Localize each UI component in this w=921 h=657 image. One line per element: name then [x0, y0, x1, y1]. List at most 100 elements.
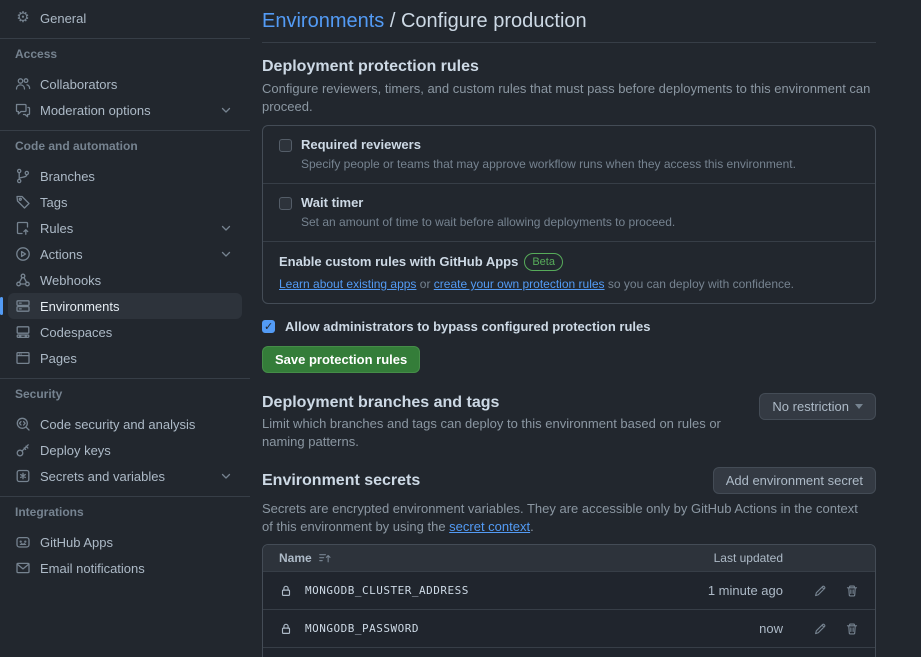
protection-rules-description: Configure reviewers, timers, and custom … — [262, 80, 876, 116]
chevron-down-icon — [218, 220, 234, 236]
branch-restriction-dropdown[interactable]: No restriction — [759, 393, 876, 420]
sidebar-item-moderation-options[interactable]: Moderation options — [8, 97, 242, 123]
custom-rules-row: Enable custom rules with GitHub AppsBeta… — [263, 241, 875, 303]
sidebar-item-label: Code security and analysis — [40, 417, 195, 432]
existing-apps-link[interactable]: Learn about existing apps — [279, 277, 416, 291]
sidebar-item-branches[interactable]: Branches — [8, 163, 242, 189]
secrets-description-period: . — [530, 519, 534, 534]
chevron-down-icon — [218, 468, 234, 484]
breadcrumb-separator: / — [384, 10, 401, 32]
sidebar-item-collaborators[interactable]: Collaborators — [8, 71, 242, 97]
sidebar-item-environments[interactable]: Environments — [8, 293, 242, 319]
hubot-icon — [15, 534, 31, 550]
bypass-label: Allow administrators to bypass configure… — [285, 319, 651, 334]
branches-description: Limit which branches and tags can deploy… — [262, 415, 748, 451]
rule-description: Set an amount of time to wait before all… — [301, 215, 859, 230]
rule-description: Specify people or teams that may approve… — [301, 157, 859, 172]
webhook-icon — [15, 272, 31, 288]
secret-updated: 1 minute ago — [663, 583, 783, 598]
sidebar-item-pages[interactable]: Pages — [8, 345, 242, 371]
sort-ascending-icon — [318, 551, 332, 565]
sidebar-item-label: Email notifications — [40, 561, 145, 576]
rule-title: Wait timer — [301, 195, 363, 211]
sidebar-item-general[interactable]: ⚙ General — [8, 5, 242, 31]
link-suffix-text: so you can deploy with confidence. — [605, 277, 794, 291]
required-reviewers-checkbox[interactable] — [279, 139, 292, 152]
sidebar-divider — [0, 38, 250, 39]
sidebar-item-label: Tags — [40, 195, 67, 210]
key-asterisk-icon — [15, 468, 31, 484]
sidebar-divider — [0, 130, 250, 131]
pencil-icon — [813, 584, 827, 598]
sidebar-item-email-notifications[interactable]: Email notifications — [8, 555, 242, 581]
sidebar-item-code-security[interactable]: Code security and analysis — [8, 411, 242, 437]
gear-icon: ⚙ — [15, 10, 31, 26]
sidebar-item-label: Webhooks — [40, 273, 101, 288]
branches-heading: Deployment branches and tags — [262, 393, 748, 413]
mail-icon — [15, 560, 31, 576]
sidebar-item-rules[interactable]: Rules — [8, 215, 242, 241]
name-header-label: Name — [279, 551, 312, 565]
delete-secret-button[interactable] — [845, 622, 859, 636]
bypass-row: Allow administrators to bypass configure… — [262, 319, 876, 334]
sidebar-item-label: Branches — [40, 169, 95, 184]
environments-icon — [15, 298, 31, 314]
sidebar-section-title: Access — [0, 47, 250, 61]
wait-timer-row: Wait timer Set an amount of time to wait… — [263, 183, 875, 241]
secrets-heading: Environment secrets — [262, 471, 420, 491]
sidebar-section-title: Security — [0, 387, 250, 401]
sidebar-item-codespaces[interactable]: Codespaces — [8, 319, 242, 345]
add-environment-secret-button[interactable]: Add environment secret — [713, 467, 876, 494]
delete-secret-button[interactable] — [845, 584, 859, 598]
name-column-header[interactable]: Name — [279, 551, 663, 565]
main-content: Environments / Configure production Depl… — [262, 0, 876, 657]
sidebar-item-deploy-keys[interactable]: Deploy keys — [8, 437, 242, 463]
sidebar-item-label: Moderation options — [40, 103, 151, 118]
people-icon — [15, 76, 31, 92]
sidebar-item-label: Secrets and variables — [40, 469, 165, 484]
tag-icon — [15, 194, 31, 210]
edit-secret-button[interactable] — [813, 584, 827, 598]
sidebar-item-label: Environments — [40, 299, 119, 314]
secret-context-link[interactable]: secret context — [449, 519, 530, 534]
header-divider — [262, 42, 876, 43]
secrets-table: Name Last updated MONGODB_CLUSTER_ADDRES… — [262, 544, 876, 657]
sidebar-item-label: Rules — [40, 221, 73, 236]
save-protection-rules-button[interactable]: Save protection rules — [262, 346, 420, 373]
trash-icon — [845, 622, 859, 636]
key-icon — [15, 442, 31, 458]
environment-secrets-section: Environment secrets Add environment secr… — [262, 467, 876, 657]
create-protection-rules-link[interactable]: create your own protection rules — [434, 277, 605, 291]
comment-discussion-icon — [15, 102, 31, 118]
sidebar-item-label: Deploy keys — [40, 443, 111, 458]
sidebar-divider — [0, 378, 250, 379]
sidebar-section-title: Code and automation — [0, 139, 250, 153]
sidebar-item-webhooks[interactable]: Webhooks — [8, 267, 242, 293]
sidebar-item-secrets-variables[interactable]: Secrets and variables — [8, 463, 242, 489]
custom-rules-links: Learn about existing apps or create your… — [279, 276, 859, 292]
table-row: MONGODB_CLUSTER_ADDRESS 1 minute ago — [263, 571, 875, 609]
bypass-checkbox[interactable] — [262, 320, 275, 333]
wait-timer-checkbox[interactable] — [279, 197, 292, 210]
lock-icon — [279, 584, 293, 598]
rule-title: Required reviewers — [301, 137, 421, 153]
deployment-branches-section: Deployment branches and tags Limit which… — [262, 393, 876, 451]
table-row: MONGODB_PASSWORD now — [263, 609, 875, 647]
sidebar-item-tags[interactable]: Tags — [8, 189, 242, 215]
edit-secret-button[interactable] — [813, 622, 827, 636]
rules-icon — [15, 220, 31, 236]
sidebar-item-label: General — [40, 11, 86, 26]
sidebar-item-label: Pages — [40, 351, 77, 366]
play-icon — [15, 246, 31, 262]
secret-name: MONGODB_PASSWORD — [305, 622, 419, 635]
beta-badge: Beta — [524, 253, 563, 271]
protection-rules-heading: Deployment protection rules — [262, 57, 876, 77]
git-branch-icon — [15, 168, 31, 184]
breadcrumb-environments-link[interactable]: Environments — [262, 10, 384, 32]
codescan-icon — [15, 416, 31, 432]
link-separator-text: or — [416, 277, 433, 291]
chevron-down-icon — [218, 246, 234, 262]
sidebar-item-actions[interactable]: Actions — [8, 241, 242, 267]
settings-sidebar: ⚙ General Access Collaborators Moderatio… — [0, 0, 250, 581]
sidebar-item-github-apps[interactable]: GitHub Apps — [8, 529, 242, 555]
